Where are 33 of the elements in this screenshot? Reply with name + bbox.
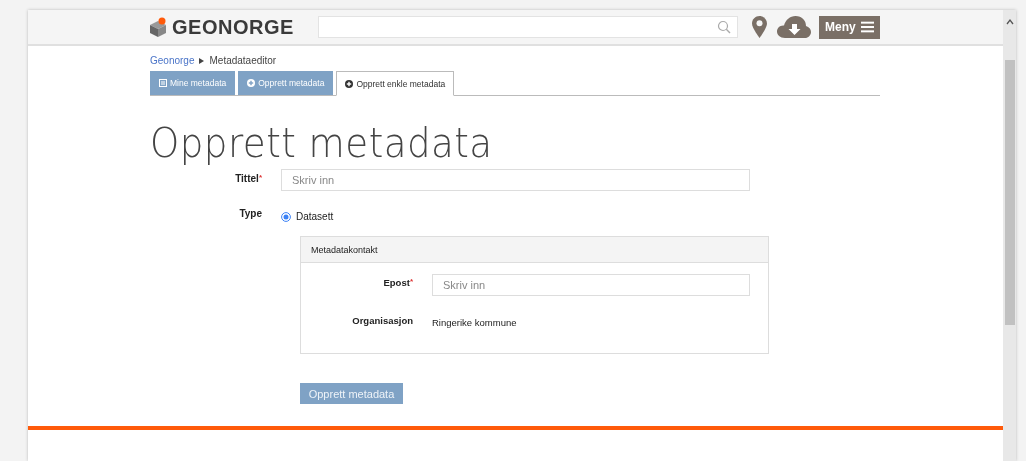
map-pin-icon[interactable] <box>752 16 767 38</box>
email-input[interactable]: Skriv inn <box>432 274 750 296</box>
field-label: Epost <box>383 277 410 288</box>
breadcrumb-current: Metadataeditor <box>209 55 277 66</box>
title-input[interactable]: Skriv inn <box>281 169 750 191</box>
panel-title: Metadatakontakt <box>311 244 378 255</box>
plus-circle-icon <box>345 79 354 88</box>
tab[interactable]: Opprett metadata <box>238 71 334 95</box>
required-mark: * <box>409 277 413 286</box>
scroll-up-icon[interactable] <box>1005 18 1014 26</box>
field-label: Organisasjon <box>352 315 413 326</box>
tab[interactable]: Mine metadata <box>150 71 236 95</box>
cloud-download-icon[interactable] <box>777 16 811 38</box>
required-mark: * <box>258 173 262 182</box>
radio-button[interactable] <box>281 211 291 222</box>
search-icon[interactable] <box>717 20 731 34</box>
menu-icon <box>860 21 874 33</box>
list-icon <box>159 79 167 87</box>
scrollbar-thumb[interactable] <box>1004 60 1015 325</box>
breadcrumb-link[interactable]: Geonorge <box>150 55 195 66</box>
plus-circle-icon <box>247 79 256 87</box>
cube-logo-icon <box>150 17 166 37</box>
radio-label: Datasett <box>296 211 334 222</box>
menu-button[interactable]: Meny <box>819 15 880 39</box>
breadcrumb-arrow-icon <box>199 57 205 64</box>
search-field[interactable] <box>318 16 738 38</box>
organization-value: Ringerike kommune <box>432 316 517 328</box>
field-label: Type <box>239 208 262 219</box>
field-label: Tittel <box>235 173 259 184</box>
logo-text[interactable]: GEONORGE <box>172 15 294 39</box>
tab[interactable]: Opprett enkle metadata <box>336 71 455 96</box>
create-metadata-button[interactable]: Opprett metadata <box>300 383 403 404</box>
page-heading: Opprett metadata <box>150 120 494 166</box>
